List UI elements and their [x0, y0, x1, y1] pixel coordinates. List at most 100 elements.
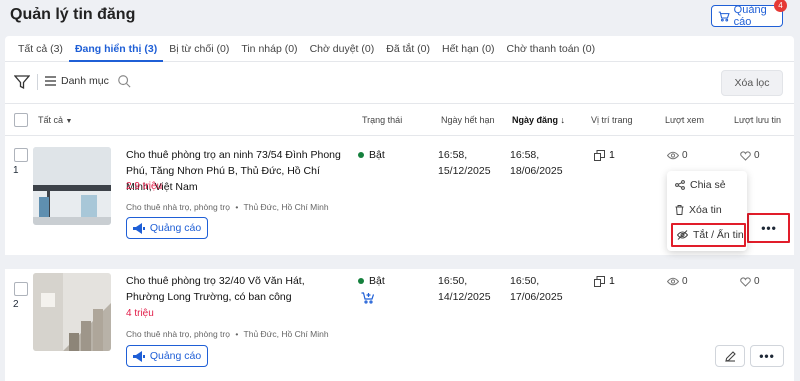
share-icon — [675, 180, 685, 190]
pages-icon — [594, 275, 605, 287]
more-dots-icon: ••• — [761, 221, 777, 235]
header-views: Lượt xem — [665, 115, 704, 125]
status-label: Bật — [369, 275, 385, 287]
listing-title[interactable]: Cho thuê phòng trọ 32/40 Võ Văn Hát, Phư… — [126, 273, 341, 305]
tab-expired[interactable]: Hết hạn (0) — [436, 36, 501, 62]
menu-item-delete[interactable]: Xóa tin — [675, 204, 722, 216]
tab-rejected[interactable]: Bị từ chối (0) — [163, 36, 235, 62]
tab-pending[interactable]: Chờ duyệt (0) — [304, 36, 381, 62]
notification-badge: 4 — [774, 0, 787, 12]
header-expiry: Ngày hết hạn — [441, 115, 495, 125]
menu-item-share-label: Chia sẻ — [690, 179, 726, 191]
tab-all[interactable]: Tất cả (3) — [12, 36, 69, 62]
row-index: 2 — [13, 299, 19, 310]
expiry-date-text: 14/12/2025 — [438, 291, 491, 303]
toolbar-divider — [37, 74, 38, 90]
cart-icon — [718, 11, 730, 22]
listing-ad-label: Quảng cáo — [149, 350, 202, 362]
sort-arrow-icon: ↓ — [560, 115, 566, 125]
search-icon[interactable] — [117, 74, 131, 88]
status-dot — [358, 278, 364, 284]
expiry-time-text: 16:50, — [438, 275, 468, 287]
menu-item-hide-label: Tắt / Ẩn tin — [693, 229, 744, 241]
position-value: 1 — [609, 275, 615, 287]
page-position: 1 — [594, 149, 615, 161]
saves-count: 0 — [740, 150, 760, 161]
listing-row: 2 Cho thuê phòng trọ 32/40 Võ Văn Hát, P… — [5, 269, 794, 381]
eye-icon — [667, 151, 679, 160]
listing-status: Bật — [358, 149, 385, 161]
clear-filter-button[interactable]: Xóa lọc — [721, 70, 783, 96]
saves-count: 0 — [740, 276, 760, 287]
row-index: 1 — [13, 165, 19, 176]
tab-showing[interactable]: Đang hiển thị (3) — [68, 36, 164, 62]
table-header: Tất cả ▼ Trạng thái Ngày hết hạn Ngày đă… — [5, 104, 794, 136]
megaphone-icon — [132, 350, 145, 362]
select-all-checkbox[interactable] — [14, 113, 28, 127]
saves-value: 0 — [754, 150, 760, 161]
header-all-label: Tất cả — [38, 115, 64, 125]
expiry-date: 16:50, 14/12/2025 — [438, 273, 491, 305]
header-status: Trạng thái — [362, 115, 403, 125]
menu-item-delete-label: Xóa tin — [689, 204, 722, 216]
listing-meta: Cho thuê nhà trọ, phòng trọ • Thủ Đức, H… — [126, 329, 329, 339]
menu-lines-icon — [45, 76, 56, 86]
posted-date-text: 17/06/2025 — [510, 291, 563, 303]
posted-time-text: 16:58, — [510, 149, 540, 161]
listing-location: Thủ Đức, Hồ Chí Minh — [243, 329, 329, 339]
row-checkbox[interactable] — [14, 148, 28, 162]
views-count: 0 — [667, 150, 688, 161]
listing-category: Cho thuê nhà trọ, phòng trọ — [126, 329, 230, 339]
heart-icon — [740, 276, 751, 287]
listing-meta: Cho thuê nhà trọ, phòng trọ • Thủ Đức, H… — [126, 202, 329, 212]
category-dropdown[interactable]: Danh mục — [45, 75, 109, 87]
header-saves: Lượt lưu tin — [734, 115, 781, 125]
tab-disabled[interactable]: Đã tắt (0) — [380, 36, 436, 62]
listing-thumbnail[interactable] — [33, 273, 111, 351]
posted-date-text: 18/06/2025 — [510, 165, 563, 177]
saves-value: 0 — [754, 276, 760, 287]
header-ad-button[interactable]: Quảng cáo 4 — [711, 0, 787, 28]
more-actions-button[interactable]: ••• — [750, 345, 784, 367]
listing-location: Thủ Đức, Hồ Chí Minh — [243, 202, 329, 212]
views-value: 0 — [682, 276, 688, 287]
tab-drafts[interactable]: Tin nháp (0) — [235, 36, 303, 62]
listing-category: Cho thuê nhà trọ, phòng trọ — [126, 202, 230, 212]
more-dots-icon: ••• — [759, 349, 775, 363]
header-page-position: Vị trí trang — [591, 115, 633, 125]
tab-awaiting-payment[interactable]: Chờ thanh toán (0) — [501, 36, 602, 62]
page-title: Quản lý tin đăng — [10, 6, 136, 23]
listing-ad-button[interactable]: Quảng cáo — [126, 217, 208, 239]
page-position: 1 — [594, 275, 615, 287]
listings-panel: Tất cả (3) Đang hiển thị (3) Bị từ chối … — [5, 36, 794, 381]
status-dot — [358, 152, 364, 158]
trash-icon — [675, 205, 684, 215]
category-label: Danh mục — [61, 75, 109, 87]
header-posted-label: Ngày đăng — [512, 115, 559, 125]
listing-price: 4 triệu — [126, 308, 154, 319]
edit-button[interactable] — [715, 345, 745, 367]
listing-status: Bật — [358, 275, 385, 287]
menu-item-hide[interactable]: Tắt / Ẩn tin — [677, 229, 744, 241]
cart-plus-icon[interactable] — [361, 292, 374, 304]
posted-date: 16:50, 17/06/2025 — [510, 273, 563, 305]
status-label: Bật — [369, 149, 385, 161]
pencil-icon — [724, 350, 736, 362]
row-checkbox[interactable] — [14, 282, 28, 296]
header-all-sort[interactable]: Tất cả ▼ — [38, 115, 72, 125]
eye-icon — [667, 277, 679, 286]
heart-icon — [740, 150, 751, 161]
listing-thumbnail[interactable] — [33, 147, 111, 225]
menu-item-share[interactable]: Chia sẻ — [675, 179, 726, 191]
row-separator — [5, 255, 794, 269]
status-tabs: Tất cả (3) Đang hiển thị (3) Bị từ chối … — [5, 36, 794, 62]
posted-date: 16:58, 18/06/2025 — [510, 147, 563, 179]
filter-toolbar: Danh mục Xóa lọc — [5, 62, 794, 104]
listing-price: 2.9 triệu — [126, 181, 163, 192]
more-actions-button[interactable]: ••• — [752, 217, 786, 239]
megaphone-icon — [132, 222, 145, 234]
header-posted-sort[interactable]: Ngày đăng ↓ — [512, 115, 565, 125]
filter-icon[interactable] — [14, 74, 30, 90]
eye-off-icon — [677, 230, 688, 240]
listing-ad-button[interactable]: Quảng cáo — [126, 345, 208, 367]
